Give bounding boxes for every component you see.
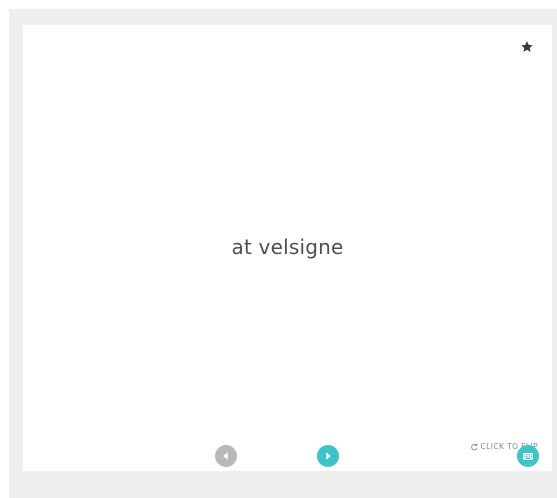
arrow-left-icon xyxy=(223,452,228,460)
keyboard-shortcuts-button[interactable] xyxy=(517,445,539,467)
next-card-button[interactable] xyxy=(317,445,339,467)
flashcard[interactable]: at velsigne CLICK TO FLIP xyxy=(23,25,552,471)
rotate-icon xyxy=(470,442,477,450)
arrow-right-icon xyxy=(326,452,331,460)
flashcard-term: at velsigne xyxy=(231,235,344,259)
star-icon[interactable] xyxy=(520,40,534,54)
keyboard-icon xyxy=(523,453,533,460)
flashcard-panel: at velsigne CLICK TO FLIP xyxy=(9,9,557,498)
previous-card-button[interactable] xyxy=(215,445,237,467)
